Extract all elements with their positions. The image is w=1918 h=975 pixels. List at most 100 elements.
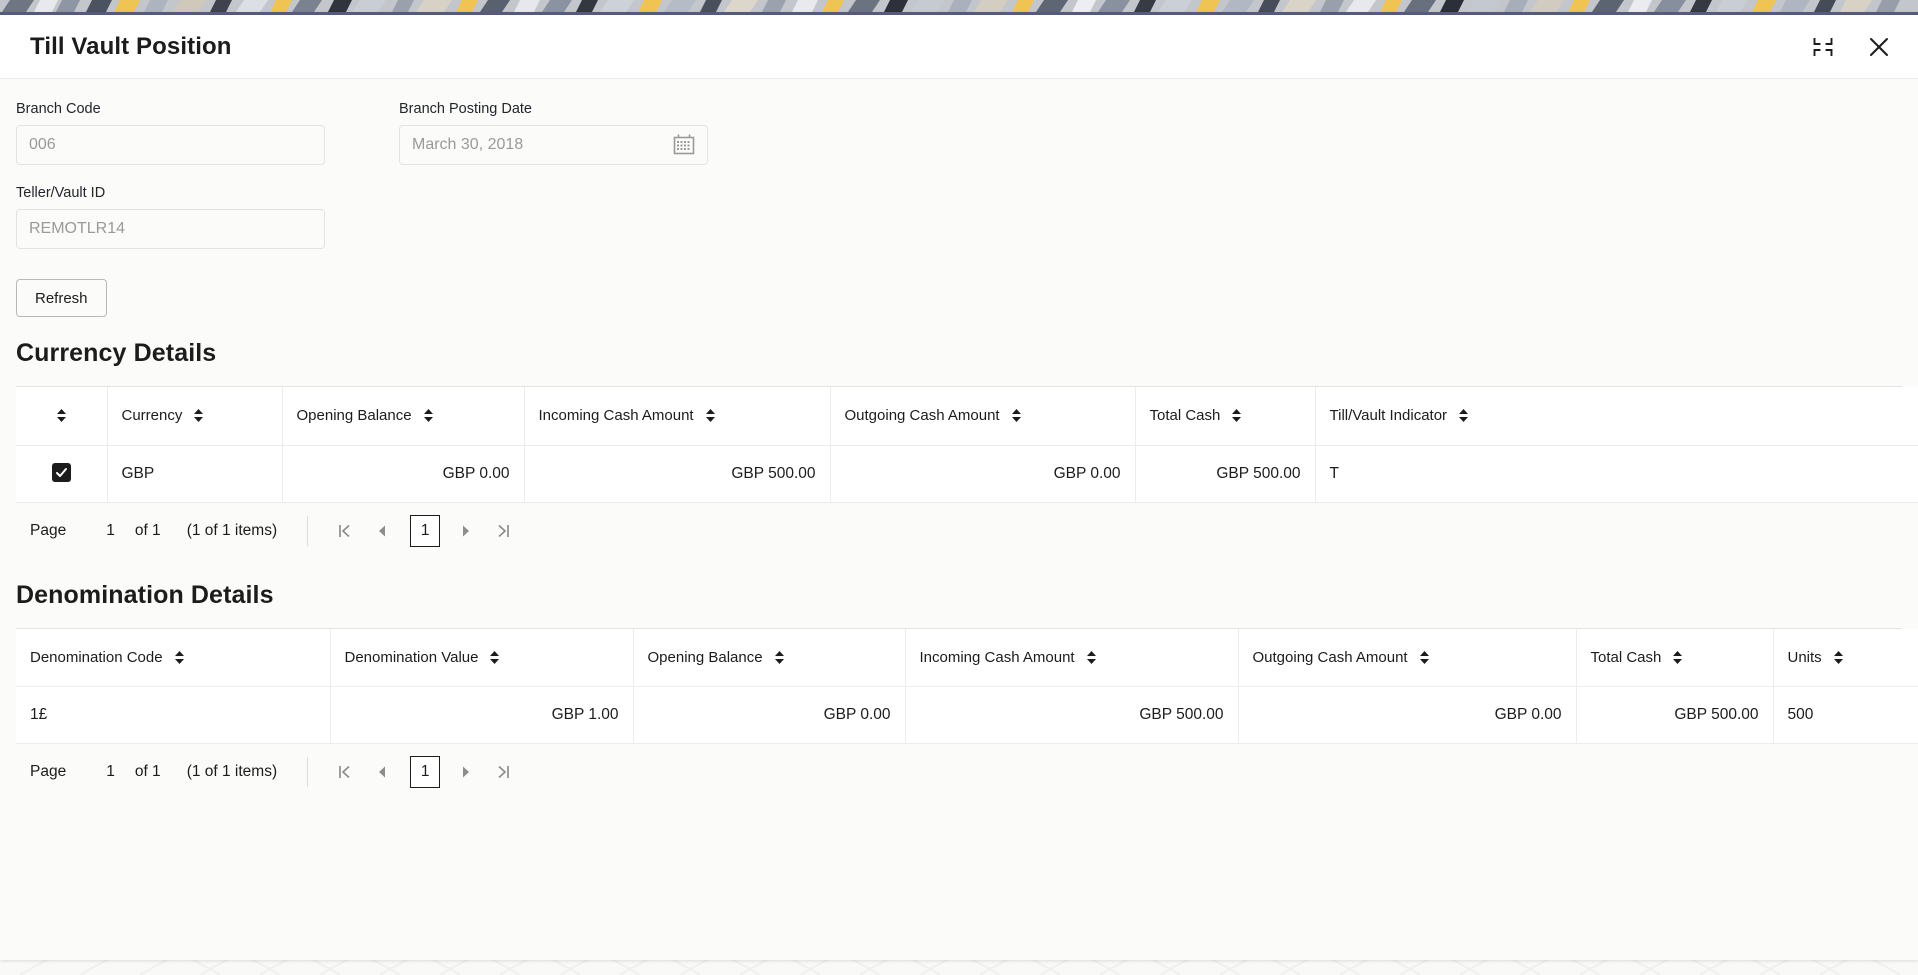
table-row[interactable]: GBP GBP 0.00 GBP 500.00 GBP 0.00 GBP 500… <box>16 445 1918 503</box>
page-total: of 1 <box>134 521 161 539</box>
column-label: Denomination Code <box>30 648 163 666</box>
items-count: (1 of 1 items) <box>186 763 278 780</box>
sort-icon[interactable] <box>1419 650 1430 665</box>
pager-divider <box>307 515 309 546</box>
branch-posting-date-field-group: Branch Posting Date March 30, 2018 <box>399 101 782 165</box>
sort-icon[interactable] <box>1833 650 1844 665</box>
sort-icon[interactable] <box>1011 408 1022 423</box>
sort-icon[interactable] <box>1672 650 1683 665</box>
currency-details-pagination: Page 1 of 1 (1 of 1 items) 1 <box>16 502 1902 559</box>
sort-icon[interactable] <box>489 650 500 665</box>
branch-posting-date-input[interactable]: March 30, 2018 <box>399 125 708 165</box>
current-page-button[interactable]: 1 <box>410 756 441 788</box>
denom-col-opening-balance[interactable]: Opening Balance <box>633 628 906 687</box>
cell-denomination-value: GBP 1.00 <box>330 686 634 744</box>
cell-currency: GBP <box>107 445 283 503</box>
sort-icon[interactable] <box>1086 650 1097 665</box>
denomination-details-table: Denomination Code Denomination Value Ope… <box>16 628 1918 744</box>
branch-posting-date-label: Branch Posting Date <box>399 101 532 117</box>
current-page-button[interactable]: 1 <box>410 514 441 547</box>
currency-col-opening-balance[interactable]: Opening Balance <box>282 387 525 446</box>
sort-icon[interactable] <box>423 408 434 423</box>
first-page-icon[interactable] <box>330 516 360 546</box>
branch-code-label: Branch Code <box>16 101 101 117</box>
denom-col-units[interactable]: Units <box>1773 628 1918 687</box>
currency-col-till-vault-indicator[interactable]: Till/Vault Indicator <box>1315 387 1918 446</box>
prev-page-icon[interactable] <box>368 516 398 546</box>
currency-details-table: Currency Opening Balance Incoming Cash A… <box>16 387 1918 503</box>
denomination-details-pagination: Page 1 of 1 (1 of 1 items) 1 <box>16 744 1902 800</box>
column-label: Total Cash <box>1149 407 1221 425</box>
denom-col-total-cash[interactable]: Total Cash <box>1576 628 1774 687</box>
currency-col-select[interactable] <box>16 387 108 446</box>
decorative-banner-strip <box>0 0 1918 12</box>
currency-details-table-wrapper: Currency Opening Balance Incoming Cash A… <box>16 386 1918 503</box>
sort-icon[interactable] <box>193 408 204 423</box>
cell-outgoing-cash-amount: GBP 0.00 <box>1238 686 1577 744</box>
form-row-2: Teller/Vault ID REMOTLR14 <box>16 185 1902 269</box>
column-label: Opening Balance <box>296 407 412 425</box>
branch-code-value: 006 <box>29 136 56 153</box>
cell-total-cash: GBP 500.00 <box>1576 686 1774 744</box>
cell-opening-balance: GBP 0.00 <box>282 445 525 503</box>
currency-col-total-cash[interactable]: Total Cash <box>1135 387 1316 446</box>
pager-divider <box>307 757 309 787</box>
next-page-icon[interactable] <box>450 757 480 787</box>
column-label: Total Cash <box>1590 648 1662 666</box>
till-vault-position-dialog: Till Vault Position Branch Code 006 Bran… <box>0 12 1918 960</box>
sort-icon[interactable] <box>1458 408 1469 423</box>
denom-col-denomination-code[interactable]: Denomination Code <box>16 628 331 687</box>
last-page-icon[interactable] <box>488 757 518 787</box>
window-controls <box>1806 30 1896 64</box>
sort-icon[interactable] <box>774 650 785 665</box>
column-label: Till/Vault Indicator <box>1329 407 1448 425</box>
cell-till-vault-indicator: T <box>1315 445 1918 503</box>
column-label: Denomination Value <box>344 648 479 666</box>
cell-outgoing-cash-amount: GBP 0.00 <box>830 445 1136 503</box>
sort-icon[interactable] <box>174 650 185 665</box>
cell-incoming-cash-amount: GBP 500.00 <box>905 686 1239 744</box>
branch-code-input[interactable]: 006 <box>16 125 325 165</box>
close-icon[interactable] <box>1862 30 1896 64</box>
denom-col-outgoing-cash-amount[interactable]: Outgoing Cash Amount <box>1238 628 1577 687</box>
collapse-icon[interactable] <box>1806 30 1840 64</box>
currency-col-currency[interactable]: Currency <box>107 387 283 446</box>
column-label: Currency <box>121 407 183 425</box>
currency-col-outgoing-cash-amount[interactable]: Outgoing Cash Amount <box>830 387 1136 446</box>
form-row-1: Branch Code 006 Branch Posting Date Marc… <box>16 101 1902 185</box>
row-select-cell[interactable] <box>16 445 108 503</box>
column-label: Outgoing Cash Amount <box>844 407 1000 425</box>
dialog-body: Branch Code 006 Branch Posting Date Marc… <box>0 79 1918 960</box>
teller-vault-id-field-group: Teller/Vault ID REMOTLR14 <box>16 185 399 249</box>
page-label: Page <box>30 521 67 539</box>
column-label: Units <box>1787 648 1822 666</box>
refresh-button[interactable]: Refresh <box>16 279 107 317</box>
branch-code-field-group: Branch Code 006 <box>16 101 399 165</box>
denom-col-denomination-value[interactable]: Denomination Value <box>330 628 634 687</box>
page-title: Till Vault Position <box>30 32 232 60</box>
sort-icon[interactable] <box>705 408 716 423</box>
sort-icon[interactable] <box>56 408 67 423</box>
denom-col-incoming-cash-amount[interactable]: Incoming Cash Amount <box>905 628 1239 687</box>
prev-page-icon[interactable] <box>368 757 398 787</box>
teller-vault-id-input[interactable]: REMOTLR14 <box>16 209 325 249</box>
denomination-details-heading: Denomination Details <box>16 580 274 609</box>
last-page-icon[interactable] <box>488 516 518 546</box>
dialog-title-bar: Till Vault Position <box>0 15 1918 79</box>
filter-form: Branch Code 006 Branch Posting Date Marc… <box>16 101 1902 317</box>
row-checkbox[interactable] <box>51 463 71 482</box>
calendar-icon[interactable] <box>671 132 697 158</box>
table-row[interactable]: 1£ GBP 1.00 GBP 0.00 GBP 500.00 GBP 0.00… <box>16 686 1918 744</box>
cell-opening-balance: GBP 0.00 <box>633 686 906 744</box>
sort-icon[interactable] <box>1231 408 1242 423</box>
branch-posting-date-value: March 30, 2018 <box>412 136 524 153</box>
cell-total-cash: GBP 500.00 <box>1135 445 1316 503</box>
first-page-icon[interactable] <box>330 757 360 787</box>
column-label: Opening Balance <box>647 648 763 666</box>
currency-col-incoming-cash-amount[interactable]: Incoming Cash Amount <box>524 387 831 446</box>
cell-denomination-code: 1£ <box>16 686 331 744</box>
page-number: 1 <box>106 763 115 780</box>
cell-incoming-cash-amount: GBP 500.00 <box>524 445 831 503</box>
next-page-icon[interactable] <box>450 516 480 546</box>
currency-details-header-row: Currency Opening Balance Incoming Cash A… <box>16 387 1918 446</box>
